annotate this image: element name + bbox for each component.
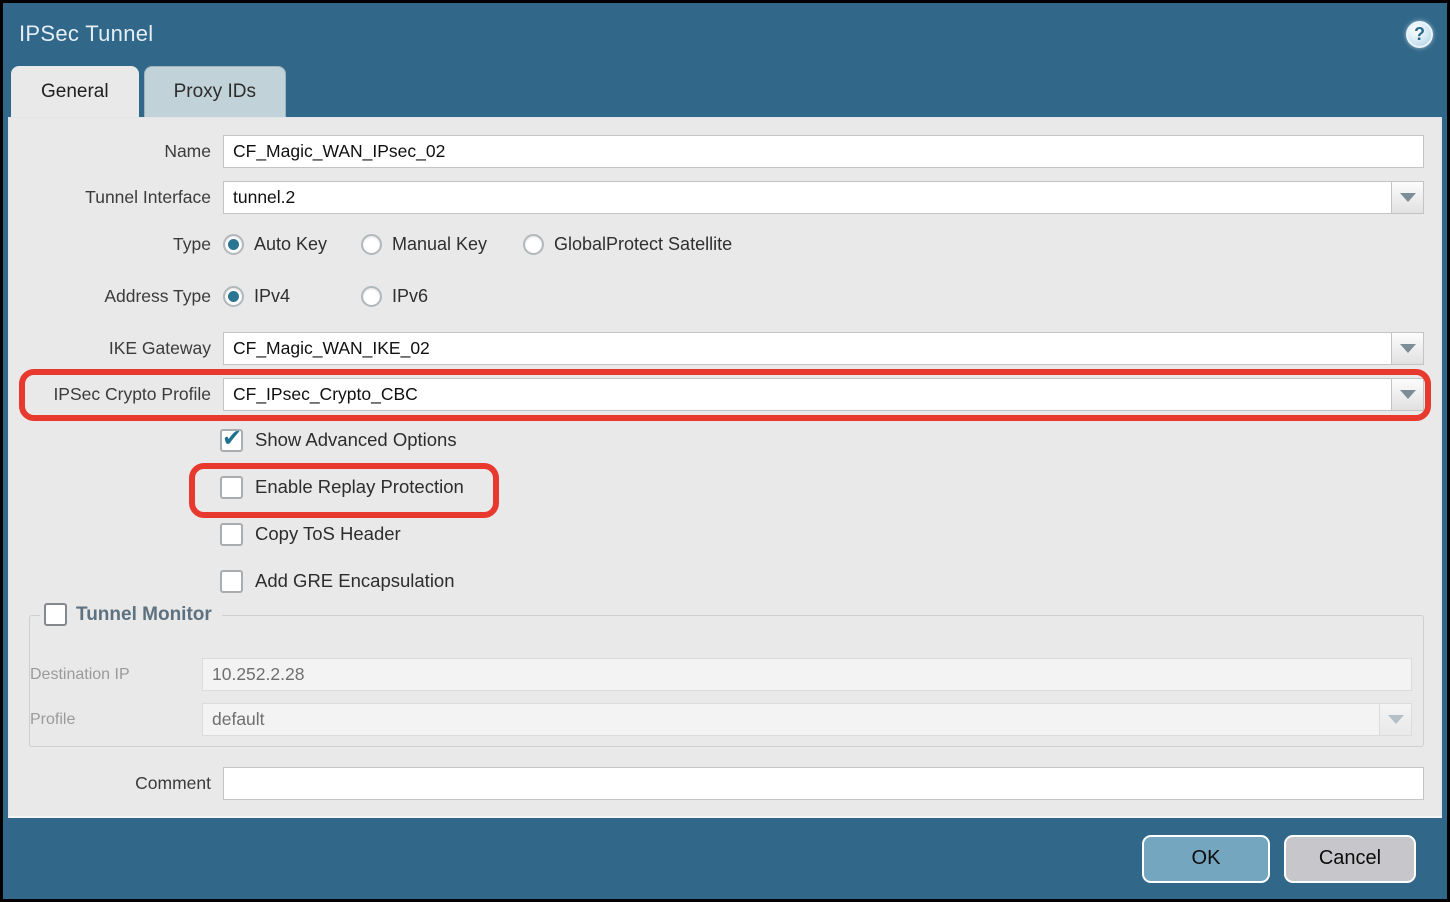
radio-manual-key-label: Manual Key [392, 234, 487, 255]
name-label: Name [9, 141, 211, 162]
ike-gateway-input[interactable] [223, 332, 1392, 365]
enable-replay-protection-label: Enable Replay Protection [255, 476, 464, 498]
name-input[interactable] [223, 135, 1424, 168]
radio-ipv6[interactable] [361, 286, 382, 307]
ipsec-tunnel-dialog: IPSec Tunnel ? General Proxy IDs Name Tu… [0, 0, 1450, 902]
address-type-option-ipv4[interactable]: IPv4 [223, 286, 361, 307]
radio-ipv6-label: IPv6 [392, 286, 428, 307]
chevron-down-icon [1400, 390, 1416, 399]
ike-gateway-dropdown-button[interactable] [1392, 332, 1424, 365]
radio-globalprotect-satellite[interactable] [523, 234, 544, 255]
tab-general[interactable]: General [11, 66, 139, 117]
tab-bar: General Proxy IDs [11, 66, 286, 117]
show-advanced-options-label: Show Advanced Options [255, 429, 457, 451]
address-type-row: Address Type IPv4 IPv6 [9, 282, 1441, 310]
tab-general-label: General [41, 81, 109, 103]
copy-tos-header-row: Copy ToS Header [9, 521, 1441, 547]
copy-tos-header-label: Copy ToS Header [255, 523, 401, 545]
tunnel-monitor-label: Tunnel Monitor [76, 604, 212, 626]
type-option-globalprotect-satellite[interactable]: GlobalProtect Satellite [523, 234, 732, 255]
destination-ip-label: Destination IP [30, 666, 202, 684]
tunnel-interface-input[interactable] [223, 181, 1392, 214]
address-type-option-ipv6[interactable]: IPv6 [361, 286, 523, 307]
general-tab-panel: Name Tunnel Interface Type Auto Key [8, 117, 1442, 818]
copy-tos-header-checkbox[interactable] [220, 523, 243, 546]
ok-button[interactable]: OK [1142, 835, 1270, 883]
profile-row: Profile [30, 703, 1423, 736]
radio-ipv4-label: IPv4 [254, 286, 290, 307]
type-label: Type [9, 234, 211, 255]
tunnel-interface-dropdown-button[interactable] [1392, 181, 1424, 214]
chevron-down-icon [1388, 715, 1404, 724]
address-type-label: Address Type [9, 286, 211, 307]
tunnel-interface-row: Tunnel Interface [9, 181, 1441, 214]
ike-gateway-row: IKE Gateway [9, 332, 1441, 365]
enable-replay-protection-row: Enable Replay Protection [9, 474, 1441, 500]
comment-input[interactable] [223, 767, 1424, 800]
show-advanced-options-row: Show Advanced Options [9, 427, 1441, 453]
tab-proxy-ids-label: Proxy IDs [174, 81, 256, 103]
comment-label: Comment [9, 773, 211, 794]
ike-gateway-label: IKE Gateway [9, 338, 211, 359]
radio-globalprotect-satellite-label: GlobalProtect Satellite [554, 234, 732, 255]
ipsec-crypto-profile-row: IPSec Crypto Profile [9, 378, 1441, 411]
add-gre-encapsulation-checkbox[interactable] [220, 570, 243, 593]
add-gre-encapsulation-row: Add GRE Encapsulation [9, 568, 1441, 594]
radio-ipv4[interactable] [223, 286, 244, 307]
ipsec-crypto-profile-dropdown-button[interactable] [1392, 378, 1424, 411]
ipsec-crypto-profile-input[interactable] [223, 378, 1392, 411]
name-row: Name [9, 135, 1441, 168]
profile-label: Profile [30, 711, 202, 729]
dialog-title: IPSec Tunnel [19, 21, 153, 47]
profile-input [202, 703, 1380, 736]
dialog-titlebar: IPSec Tunnel ? [3, 3, 1447, 65]
ipsec-crypto-profile-label: IPSec Crypto Profile [9, 384, 211, 405]
dialog-footer: OK Cancel [3, 818, 1447, 899]
tab-proxy-ids[interactable]: Proxy IDs [144, 66, 286, 117]
add-gre-encapsulation-label: Add GRE Encapsulation [255, 570, 455, 592]
show-advanced-options-checkbox[interactable] [220, 429, 243, 452]
cancel-button[interactable]: Cancel [1284, 835, 1416, 883]
chevron-down-icon [1400, 344, 1416, 353]
comment-row: Comment [9, 767, 1441, 800]
destination-ip-row: Destination IP [30, 658, 1423, 691]
radio-auto-key-label: Auto Key [254, 234, 327, 255]
enable-replay-protection-checkbox[interactable] [220, 476, 243, 499]
tunnel-monitor-legend: Tunnel Monitor [40, 603, 222, 626]
type-option-manual-key[interactable]: Manual Key [361, 234, 523, 255]
type-row: Type Auto Key Manual Key GlobalProtect S… [9, 230, 1441, 258]
radio-auto-key[interactable] [223, 234, 244, 255]
help-icon[interactable]: ? [1406, 21, 1433, 48]
tunnel-monitor-section: Tunnel Monitor Destination IP Profile [29, 615, 1424, 747]
tunnel-interface-label: Tunnel Interface [9, 187, 211, 208]
tunnel-monitor-checkbox[interactable] [44, 603, 67, 626]
profile-dropdown-button [1380, 703, 1412, 736]
chevron-down-icon [1400, 193, 1416, 202]
type-option-auto-key[interactable]: Auto Key [223, 234, 361, 255]
destination-ip-input [202, 658, 1412, 691]
radio-manual-key[interactable] [361, 234, 382, 255]
